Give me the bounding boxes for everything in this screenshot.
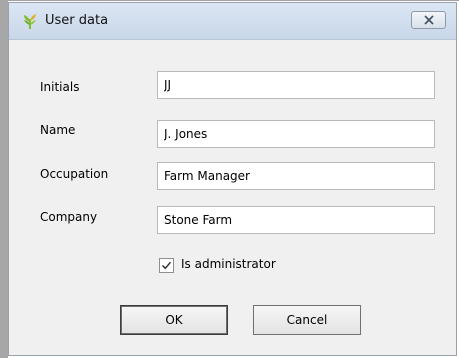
ok-button[interactable]: OK bbox=[120, 305, 228, 335]
close-button[interactable] bbox=[411, 11, 446, 29]
is-administrator-checkbox[interactable] bbox=[159, 258, 174, 273]
background-strip bbox=[0, 0, 8, 358]
company-label: Company bbox=[40, 210, 98, 224]
user-data-dialog: User data Initials Name Occupation Compa… bbox=[8, 2, 457, 356]
checkmark-icon bbox=[162, 261, 172, 270]
name-label: Name bbox=[40, 123, 76, 137]
dialog-title: User data bbox=[45, 13, 109, 28]
dialog-titlebar[interactable]: User data bbox=[9, 3, 456, 40]
initials-field[interactable] bbox=[157, 71, 435, 99]
occupation-label: Occupation bbox=[40, 167, 109, 181]
initials-label: Initials bbox=[40, 80, 80, 94]
occupation-field[interactable] bbox=[157, 162, 435, 190]
cancel-button[interactable]: Cancel bbox=[253, 305, 361, 335]
is-administrator-label: Is administrator bbox=[181, 257, 276, 271]
background-edge bbox=[8, 0, 459, 1]
leaf-icon bbox=[21, 12, 39, 30]
name-field[interactable] bbox=[157, 120, 435, 148]
company-field[interactable] bbox=[157, 206, 435, 234]
